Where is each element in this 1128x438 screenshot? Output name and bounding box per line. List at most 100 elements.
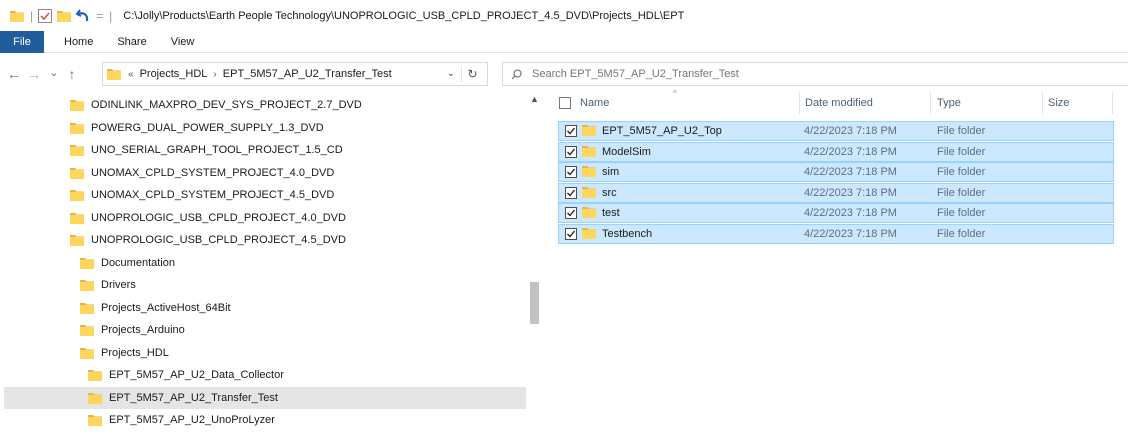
- tree-item-label: EPT_5M57_AP_U2_UnoProLyzer: [109, 414, 275, 426]
- breadcrumb-overflow-icon[interactable]: «: [128, 69, 134, 80]
- file-type: File folder: [937, 166, 986, 179]
- column-divider[interactable]: [930, 92, 931, 114]
- file-date-modified: 4/22/2023 7:18 PM: [804, 145, 897, 158]
- file-list: Name ^ Date modified Type Size EPT_5M57_…: [545, 89, 1128, 438]
- column-name-label: Name: [580, 97, 610, 109]
- column-divider[interactable]: [1112, 92, 1113, 114]
- folder-icon: [88, 392, 102, 404]
- folder-icon: [70, 167, 84, 179]
- file-date-modified: 4/22/2023 7:18 PM: [804, 166, 897, 179]
- tree-item[interactable]: UNOMAX_CPLD_SYSTEM_PROJECT_4.0_DVD: [4, 162, 526, 184]
- tree-item[interactable]: EPT_Active_Transfer_Library: [4, 432, 526, 438]
- tab-share[interactable]: Share: [117, 36, 146, 48]
- file-row[interactable]: test 4/22/2023 7:18 PM File folder: [558, 203, 1114, 224]
- title-separator-2: |: [109, 8, 113, 23]
- folder-icon: [70, 234, 84, 246]
- properties-icon[interactable]: [38, 8, 53, 23]
- address-dropdown-icon[interactable]: ⌄: [447, 68, 455, 79]
- file-date-modified: 4/22/2023 7:18 PM: [804, 125, 897, 137]
- back-button[interactable]: ←: [4, 64, 24, 84]
- checkbox-checked-icon[interactable]: [565, 186, 577, 199]
- title-separator: |: [30, 8, 34, 23]
- tab-file[interactable]: File: [0, 30, 44, 53]
- breadcrumb-chevron-icon[interactable]: ›: [213, 69, 216, 80]
- folder-icon: [582, 227, 596, 242]
- file-name[interactable]: EPT_5M57_AP_U2_Top: [602, 125, 722, 137]
- file-name[interactable]: src: [602, 187, 617, 199]
- column-header-size[interactable]: Size: [1048, 90, 1108, 116]
- address-bar[interactable]: « Projects_HDL › EPT_5M57_AP_U2_Transfer…: [102, 62, 488, 86]
- tree-item[interactable]: EPT_5M57_AP_U2_Transfer_Test: [4, 386, 526, 409]
- tree-item[interactable]: Projects_Arduino: [4, 319, 526, 341]
- tree-item[interactable]: Documentation: [4, 252, 526, 274]
- tree-item[interactable]: POWERG_DUAL_POWER_SUPPLY_1.3_DVD: [4, 117, 526, 139]
- up-button[interactable]: ↑: [62, 64, 82, 84]
- folder-icon: [80, 347, 94, 359]
- tree-item[interactable]: UNO_SERIAL_GRAPH_TOOL_PROJECT_1.5_CD: [4, 139, 526, 161]
- file-row[interactable]: sim 4/22/2023 7:18 PM File folder: [558, 162, 1114, 183]
- tree-item[interactable]: Projects_HDL: [4, 342, 526, 364]
- file-name[interactable]: test: [602, 207, 620, 219]
- breadcrumb-current[interactable]: EPT_5M57_AP_U2_Transfer_Test: [223, 68, 392, 80]
- forward-button[interactable]: →: [24, 64, 44, 84]
- tab-view[interactable]: View: [171, 36, 195, 48]
- tree-item-label: Projects_HDL: [101, 346, 169, 359]
- scrollbar-thumb[interactable]: [530, 282, 539, 324]
- column-divider[interactable]: [799, 92, 800, 114]
- search-box[interactable]: [502, 62, 1128, 86]
- navigation-pane: ODINLINK_MAXPRO_DEV_SYS_PROJECT_2.7_DVD P…: [0, 90, 545, 438]
- new-folder-icon[interactable]: [57, 10, 72, 22]
- folder-icon: [80, 279, 94, 291]
- folder-icon: [88, 414, 102, 426]
- tree-item-label: POWERG_DUAL_POWER_SUPPLY_1.3_DVD: [91, 121, 324, 134]
- checkbox-checked-icon[interactable]: [565, 166, 577, 179]
- tree-item[interactable]: EPT_5M57_AP_U2_Data_Collector: [4, 364, 526, 386]
- tree-item-label: UNO_SERIAL_GRAPH_TOOL_PROJECT_1.5_CD: [91, 144, 343, 156]
- tree-item[interactable]: EPT_5M57_AP_U2_UnoProLyzer: [4, 409, 526, 431]
- folder-icon: [582, 145, 596, 160]
- qat-dropdown-icon[interactable]: =: [96, 9, 103, 23]
- file-row[interactable]: Testbench 4/22/2023 7:18 PM File folder: [558, 224, 1114, 244]
- file-name[interactable]: sim: [602, 166, 619, 178]
- tab-home[interactable]: Home: [64, 36, 93, 48]
- checkbox-checked-icon[interactable]: [565, 207, 577, 220]
- tree-item[interactable]: ODINLINK_MAXPRO_DEV_SYS_PROJECT_2.7_DVD: [4, 94, 526, 116]
- folder-icon: [70, 144, 84, 156]
- folder-icon: [80, 324, 94, 336]
- file-type: File folder: [937, 228, 986, 240]
- checkbox-checked-icon[interactable]: [565, 228, 577, 240]
- sort-ascending-icon: ^: [673, 89, 677, 98]
- checkbox-checked-icon[interactable]: [565, 125, 577, 137]
- file-row[interactable]: src 4/22/2023 7:18 PM File folder: [558, 182, 1114, 203]
- column-header-name[interactable]: Name ^: [580, 89, 800, 116]
- column-header-type[interactable]: Type: [937, 90, 1037, 116]
- navigation-scrollbar[interactable]: ▲: [526, 90, 543, 438]
- refresh-button[interactable]: ↻: [461, 66, 483, 82]
- folder-icon: [582, 206, 596, 221]
- tree-item[interactable]: UNOPROLOGIC_USB_CPLD_PROJECT_4.5_DVD: [4, 229, 526, 251]
- file-name[interactable]: ModelSim: [602, 146, 651, 158]
- column-divider[interactable]: [1042, 92, 1043, 114]
- title-bar: | = | C:\Jolly\Products\Earth People Tec…: [0, 0, 1128, 31]
- breadcrumb-projects-hdl[interactable]: Projects_HDL: [140, 68, 208, 80]
- scroll-up-icon[interactable]: ▲: [530, 94, 539, 104]
- tree-item[interactable]: UNOPROLOGIC_USB_CPLD_PROJECT_4.0_DVD: [4, 207, 526, 229]
- undo-icon[interactable]: [76, 9, 90, 22]
- column-date-label: Date modified: [805, 97, 873, 109]
- tree-item-label: UNOMAX_CPLD_SYSTEM_PROJECT_4.5_DVD: [91, 189, 335, 201]
- file-row[interactable]: ModelSim 4/22/2023 7:18 PM File folder: [558, 141, 1114, 162]
- ribbon-tabs: File Home Share View: [0, 30, 1128, 53]
- tree-item-label: UNOPROLOGIC_USB_CPLD_PROJECT_4.5_DVD: [91, 234, 346, 246]
- tree-item[interactable]: Projects_ActiveHost_64Bit: [4, 297, 526, 319]
- folder-icon: [80, 257, 94, 269]
- checkbox-checked-icon[interactable]: [565, 145, 577, 158]
- file-name[interactable]: Testbench: [602, 228, 652, 240]
- column-header-date[interactable]: Date modified: [805, 90, 925, 116]
- recent-locations-button[interactable]: ⌄: [44, 62, 64, 82]
- select-all-checkbox[interactable]: [559, 97, 571, 109]
- search-input[interactable]: [532, 68, 1092, 80]
- file-row[interactable]: EPT_5M57_AP_U2_Top 4/22/2023 7:18 PM File …: [558, 121, 1114, 141]
- tree-item[interactable]: Drivers: [4, 274, 526, 296]
- file-date-modified: 4/22/2023 7:18 PM: [804, 207, 897, 220]
- tree-item[interactable]: UNOMAX_CPLD_SYSTEM_PROJECT_4.5_DVD: [4, 184, 526, 206]
